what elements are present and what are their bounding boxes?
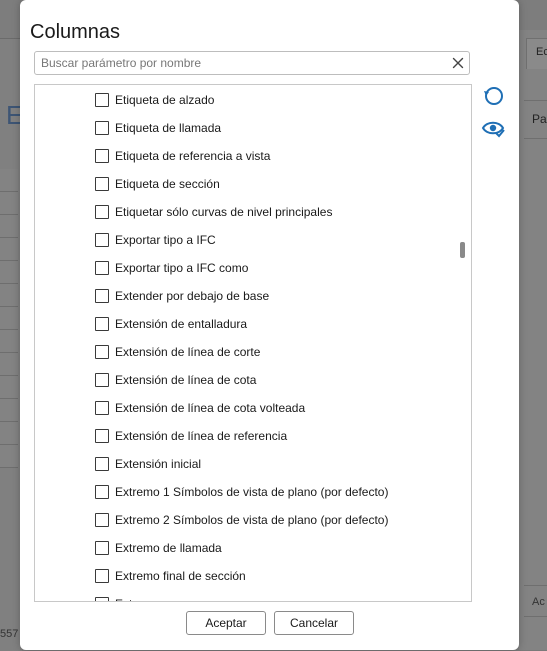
list-item[interactable]: Extensión de línea de corte	[95, 342, 260, 362]
item-checkbox[interactable]	[95, 513, 109, 527]
item-checkbox[interactable]	[95, 317, 109, 331]
background-right-tab: Ec	[526, 38, 547, 69]
visibility-icon[interactable]	[481, 117, 505, 139]
list-item[interactable]: Exportar tipo a IFC	[95, 230, 216, 250]
search-input[interactable]	[41, 55, 441, 71]
item-checkbox[interactable]	[95, 373, 109, 387]
list-item[interactable]: Extremo 2 Símbolos de vista de plano (po…	[95, 510, 388, 530]
list-item[interactable]: Extensión inicial	[95, 454, 201, 474]
item-checkbox[interactable]	[95, 233, 109, 247]
list-item[interactable]: Extremo 1 Símbolos de vista de plano (po…	[95, 482, 388, 502]
item-label: Exportar tipo a IFC	[115, 233, 216, 247]
item-label: Extensión inicial	[115, 457, 202, 471]
cancel-button[interactable]: Cancelar	[274, 611, 354, 635]
item-checkbox[interactable]	[95, 485, 109, 499]
list-item[interactable]: Extremo grueso	[95, 594, 200, 601]
list-item[interactable]: Extensión de línea de cota volteada	[95, 398, 305, 418]
reset-icon[interactable]	[481, 85, 505, 107]
item-label: Etiquetar sólo curvas de nivel principal…	[115, 205, 333, 219]
item-checkbox[interactable]	[95, 205, 109, 219]
item-label: Extensión de línea de cota volteada	[115, 401, 306, 415]
item-checkbox[interactable]	[95, 93, 109, 107]
list-item[interactable]: Extremo de llamada	[95, 538, 222, 558]
item-checkbox[interactable]	[95, 457, 109, 471]
item-checkbox[interactable]	[95, 289, 109, 303]
item-label: Etiqueta de sección	[115, 177, 220, 191]
item-label: Etiqueta de llamada	[115, 121, 222, 135]
item-label: Extensión de entalladura	[115, 317, 248, 331]
list-item[interactable]: Etiqueta de alzado	[95, 90, 214, 110]
list-item[interactable]: Extensión de entalladura	[95, 314, 247, 334]
item-checkbox[interactable]	[95, 597, 109, 601]
item-label: Extensión de línea de referencia	[115, 429, 288, 443]
parameter-list[interactable]: Etiqueta de alzado Etiqueta de llamada Eti…	[34, 84, 472, 602]
list-item[interactable]: Extremo final de sección	[95, 566, 246, 586]
item-checkbox[interactable]	[95, 401, 109, 415]
item-checkbox[interactable]	[95, 149, 109, 163]
item-label: Extremo 2 Símbolos de vista de plano (po…	[115, 513, 389, 527]
search-box	[34, 51, 470, 75]
background-right-label: Pa	[532, 112, 547, 126]
item-label: Extremo de llamada	[115, 541, 222, 555]
item-label: Extremo 1 Símbolos de vista de plano (po…	[115, 485, 389, 499]
item-checkbox[interactable]	[95, 261, 109, 275]
item-label: Extensión de línea de corte	[115, 345, 261, 359]
scrollbar-thumb[interactable]	[460, 242, 465, 258]
list-item[interactable]: Etiqueta de referencia a vista	[95, 146, 270, 166]
list-item[interactable]: Extensión de línea de referencia	[95, 426, 287, 446]
item-checkbox[interactable]	[95, 345, 109, 359]
item-label: Extensión de línea de cota	[115, 373, 257, 387]
list-item[interactable]: Extender por debajo de base	[95, 286, 269, 306]
item-label: Extender por debajo de base	[115, 289, 270, 303]
item-label: Etiqueta de alzado	[115, 93, 215, 107]
list-item[interactable]: Etiqueta de llamada	[95, 118, 221, 138]
background-right-bottom-label: Ac	[532, 596, 545, 608]
item-label: Etiqueta de referencia a vista	[115, 149, 271, 163]
item-checkbox[interactable]	[95, 121, 109, 135]
item-label: Extremo grueso	[115, 597, 200, 601]
item-checkbox[interactable]	[95, 429, 109, 443]
list-item[interactable]: Exportar tipo a IFC como	[95, 258, 248, 278]
item-label: Exportar tipo a IFC como	[115, 261, 249, 275]
item-checkbox[interactable]	[95, 177, 109, 191]
item-checkbox[interactable]	[95, 541, 109, 555]
list-item[interactable]: Etiqueta de sección	[95, 174, 220, 194]
clear-icon[interactable]	[450, 55, 466, 71]
dialog-title: Columnas	[30, 21, 121, 43]
background-bottom-number: 557	[0, 628, 19, 640]
list-item[interactable]: Etiquetar sólo curvas de nivel principal…	[95, 202, 332, 222]
list-item[interactable]: Extensión de línea de cota	[95, 370, 256, 390]
accept-button[interactable]: Aceptar	[186, 611, 266, 635]
columns-dialog: Columnas Etiqueta de alzado Etiqueta de l…	[20, 0, 519, 650]
item-label: Extremo final de sección	[115, 569, 246, 583]
item-checkbox[interactable]	[95, 569, 109, 583]
